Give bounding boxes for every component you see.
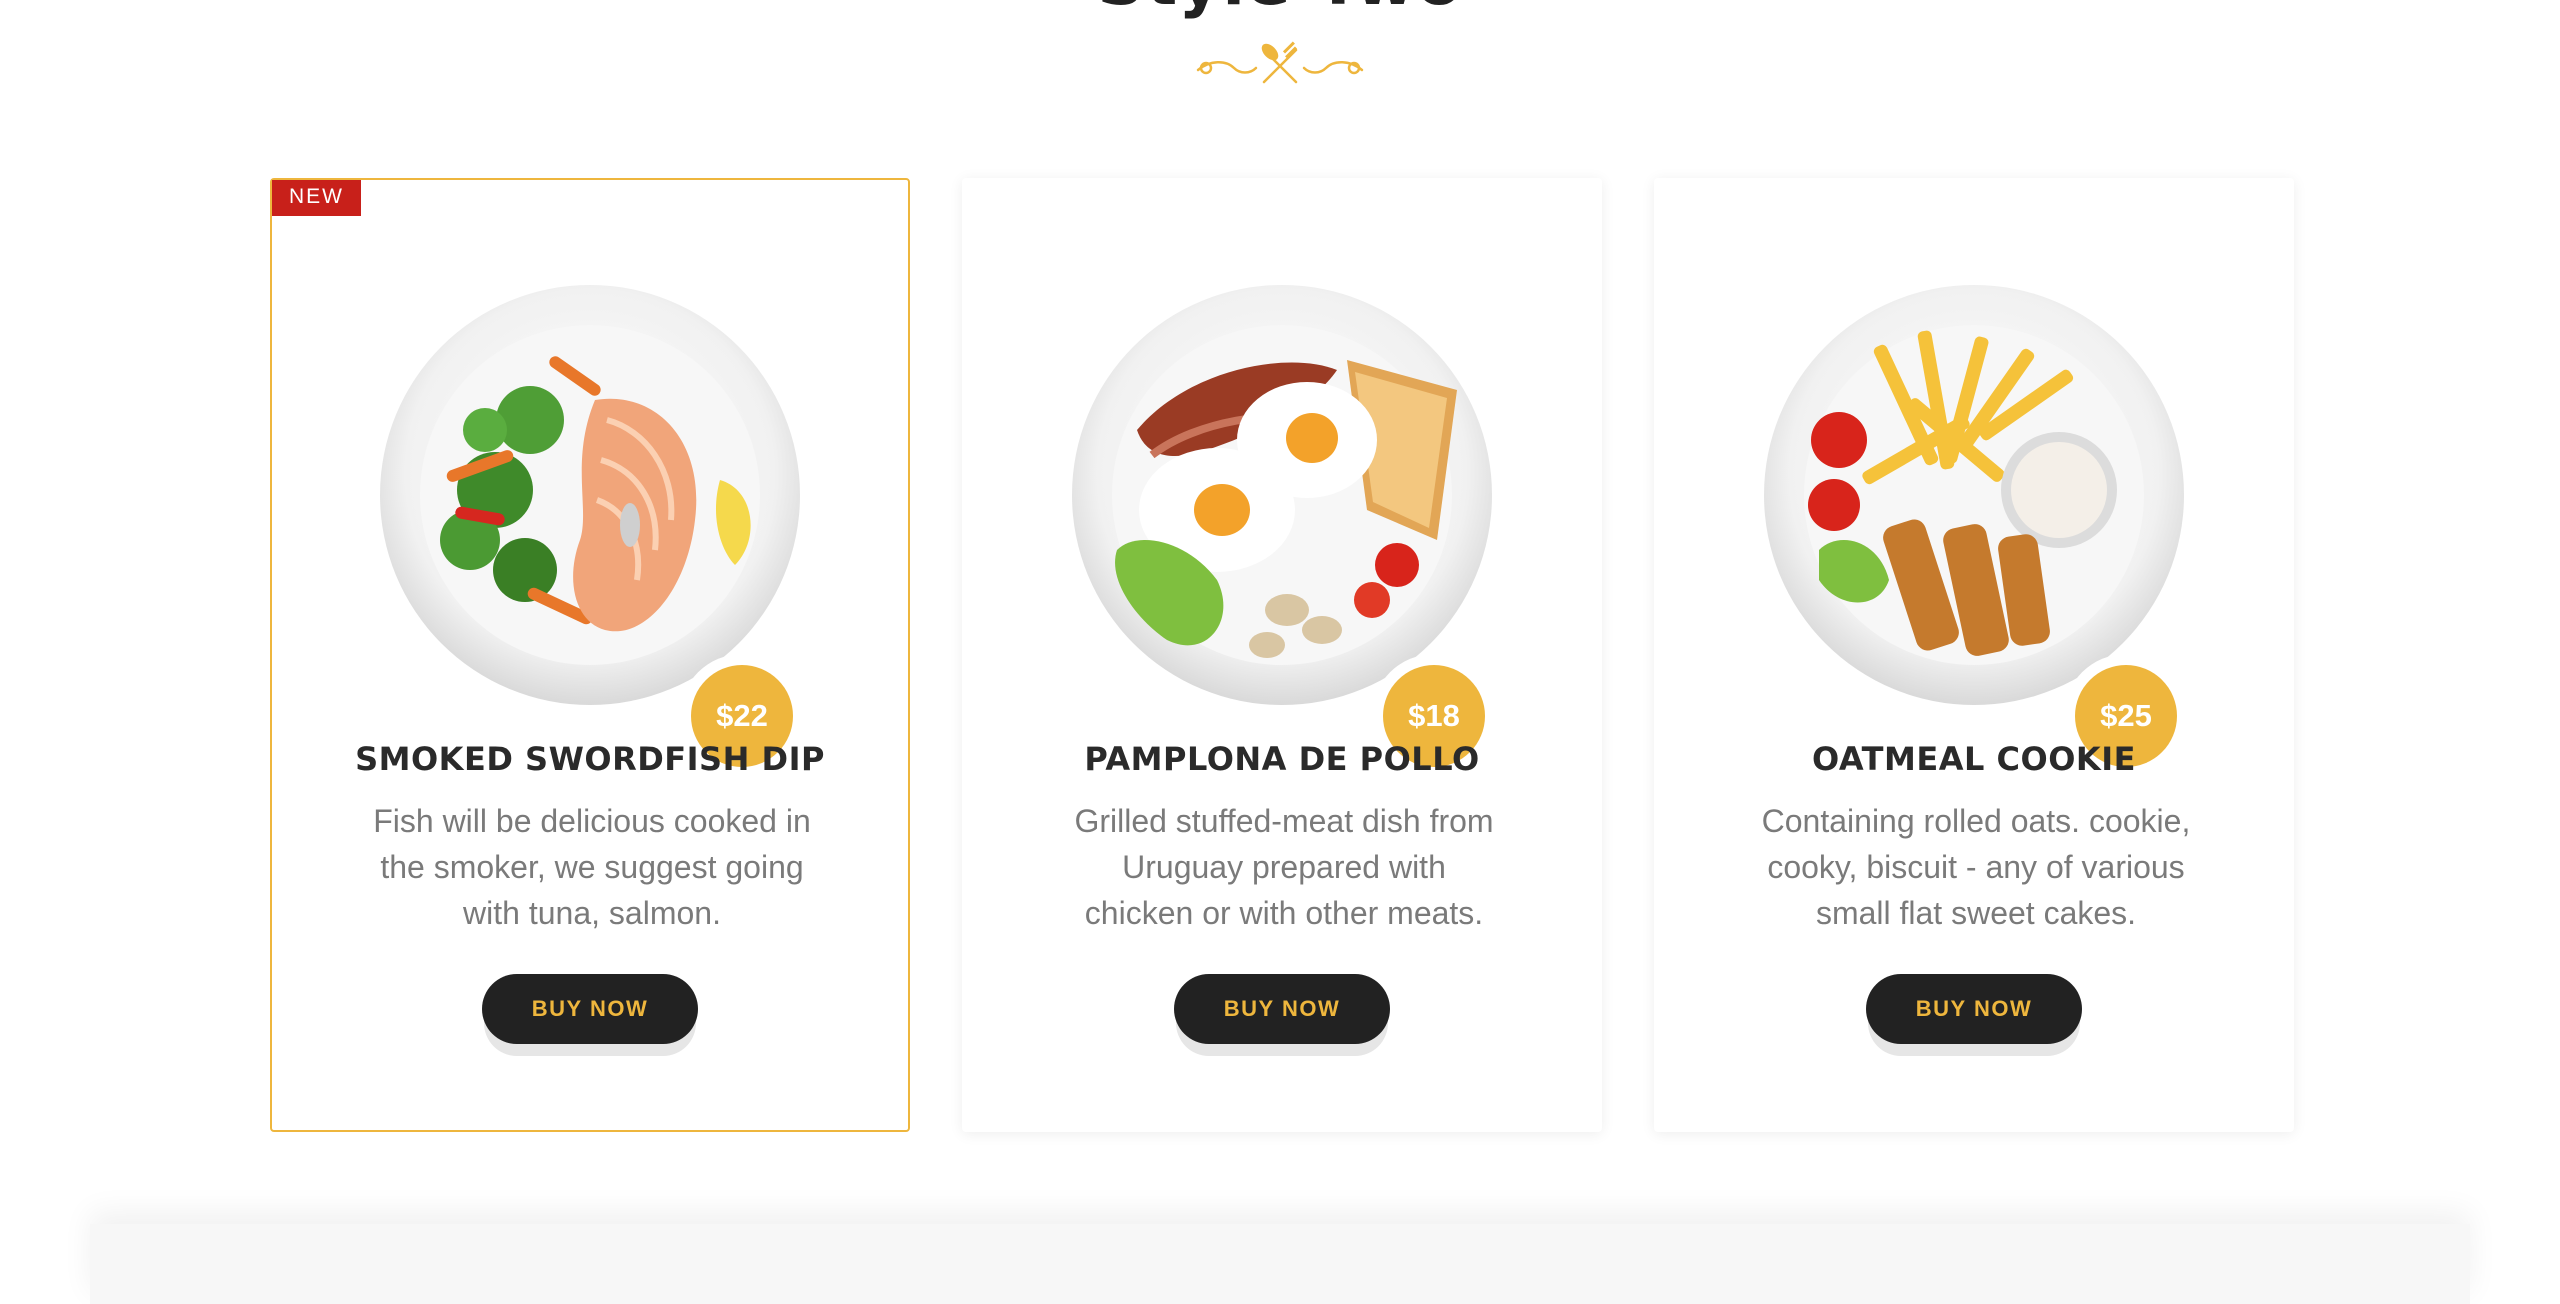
dish-name: PAMPLONA DE POLLO [1084,740,1480,778]
dish-description: Grilled stuffed-meat dish from Uruguay p… [1074,803,1494,931]
section-title: Style Two [0,0,2560,22]
new-badge: NEW [272,180,361,216]
dish-image [1764,285,2184,705]
buy-now-button[interactable]: BUY NOW [1866,974,2082,1044]
menu-card-smoked-swordfish-dip[interactable]: NEW $22 SMOKED SWORDFISH DIP Fish will b… [270,178,910,1132]
buy-now-button[interactable]: BUY NOW [482,974,698,1044]
next-section-edge [90,1224,2470,1304]
dish-image [380,285,800,705]
dish-description: Fish will be delicious cooked in the smo… [373,803,811,931]
dish-name: SMOKED SWORDFISH DIP [355,740,825,778]
buy-now-button[interactable]: BUY NOW [1174,974,1390,1044]
menu-card-pamplona-de-pollo[interactable]: $18 PAMPLONA DE POLLO Grilled stuffed-me… [962,178,1602,1132]
dish-image [1072,285,1492,705]
fork-and-spoon-ornament-icon [1196,41,1364,84]
menu-card-oatmeal-cookie[interactable]: $25 OATMEAL COOKIE Containing rolled oat… [1654,178,2294,1132]
dish-image-wrap: $18 [964,280,1600,778]
dish-image-wrap: $22 [272,280,908,778]
dish-image-wrap: $25 [1656,280,2292,778]
dish-description: Containing rolled oats. cookie, cooky, b… [1761,803,2191,931]
dish-name: OATMEAL COOKIE [1812,740,2136,778]
